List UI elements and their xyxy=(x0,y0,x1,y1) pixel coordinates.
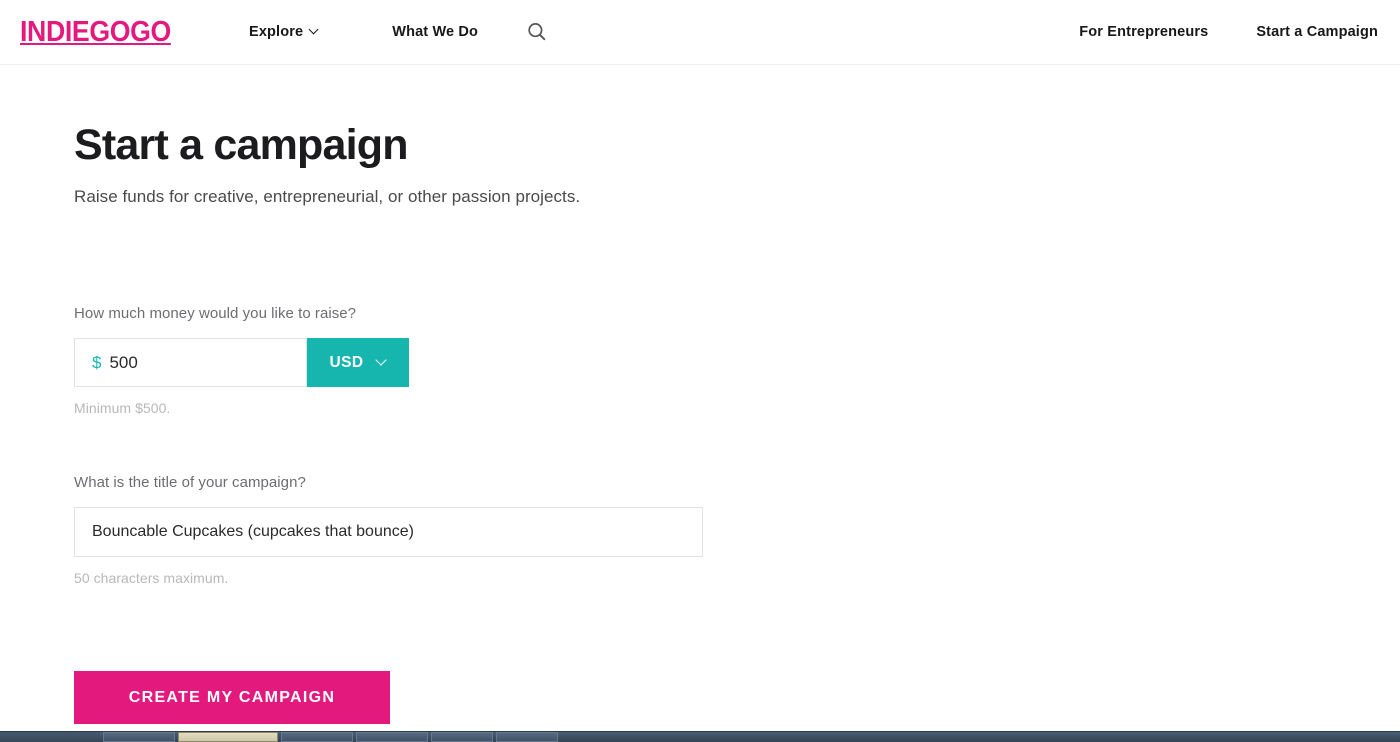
chevron-down-icon xyxy=(377,356,386,365)
taskbar-window-button[interactable] xyxy=(356,732,428,742)
amount-input[interactable] xyxy=(109,352,280,373)
nav-item-start-a-campaign-label: Start a Campaign xyxy=(1256,24,1378,40)
amount-field-label: How much money would you like to raise? xyxy=(74,305,357,322)
title-helper-text: 50 characters maximum. xyxy=(74,570,229,586)
amount-input-row: $ USD xyxy=(74,338,409,387)
page-subtitle: Raise funds for creative, entrepreneuria… xyxy=(74,187,581,206)
search-icon[interactable] xyxy=(525,20,549,44)
nav-item-start-a-campaign[interactable]: Start a Campaign xyxy=(1256,20,1378,44)
nav-item-for-entrepreneurs-label: For Entrepreneurs xyxy=(1079,24,1209,40)
create-my-campaign-button[interactable]: CREATE MY CAMPAIGN xyxy=(74,671,390,724)
title-field-label: What is the title of your campaign? xyxy=(74,474,306,491)
currency-select-button[interactable]: USD xyxy=(307,338,409,387)
indiegogo-logo[interactable]: INDIEGOGO xyxy=(20,15,171,49)
page-root: INDIEGOGO Explore What We Do For Entrepr… xyxy=(0,0,1400,742)
taskbar-start-button[interactable] xyxy=(0,732,100,742)
nav-item-for-entrepreneurs[interactable]: For Entrepreneurs xyxy=(1079,20,1208,44)
campaign-title-input-container[interactable] xyxy=(74,507,703,557)
chevron-down-icon xyxy=(310,26,319,35)
campaign-title-input[interactable] xyxy=(92,521,692,543)
currency-select-value: USD xyxy=(329,353,364,371)
site-header: INDIEGOGO Explore What We Do For Entrepr… xyxy=(0,0,1400,65)
taskbar-window-button[interactable] xyxy=(281,732,353,742)
taskbar-window-button[interactable] xyxy=(496,732,558,742)
title-field-group: What is the title of your campaign? 50 c… xyxy=(74,473,703,588)
amount-input-container[interactable]: $ xyxy=(74,338,307,387)
taskbar-window-button[interactable] xyxy=(431,732,493,742)
taskbar-window-button[interactable] xyxy=(103,732,175,742)
nav-item-explore-label: Explore xyxy=(249,24,304,40)
nav-item-what-we-do[interactable]: What We Do xyxy=(392,20,478,44)
nav-item-explore[interactable]: Explore xyxy=(249,20,319,44)
page-title: Start a campaign xyxy=(74,121,409,169)
taskbar-window-button-active[interactable] xyxy=(178,732,278,742)
nav-item-what-we-do-label: What We Do xyxy=(392,24,479,40)
amount-helper-text: Minimum $500. xyxy=(74,400,171,416)
currency-symbol-icon: $ xyxy=(92,352,102,372)
primary-nav: Explore What We Do xyxy=(249,20,549,44)
os-taskbar xyxy=(0,731,1400,742)
amount-field-group: How much money would you like to raise? … xyxy=(74,304,409,418)
main-content: Start a campaign Raise funds for creativ… xyxy=(74,65,1334,724)
secondary-nav: For Entrepreneurs Start a Campaign xyxy=(1079,20,1378,44)
